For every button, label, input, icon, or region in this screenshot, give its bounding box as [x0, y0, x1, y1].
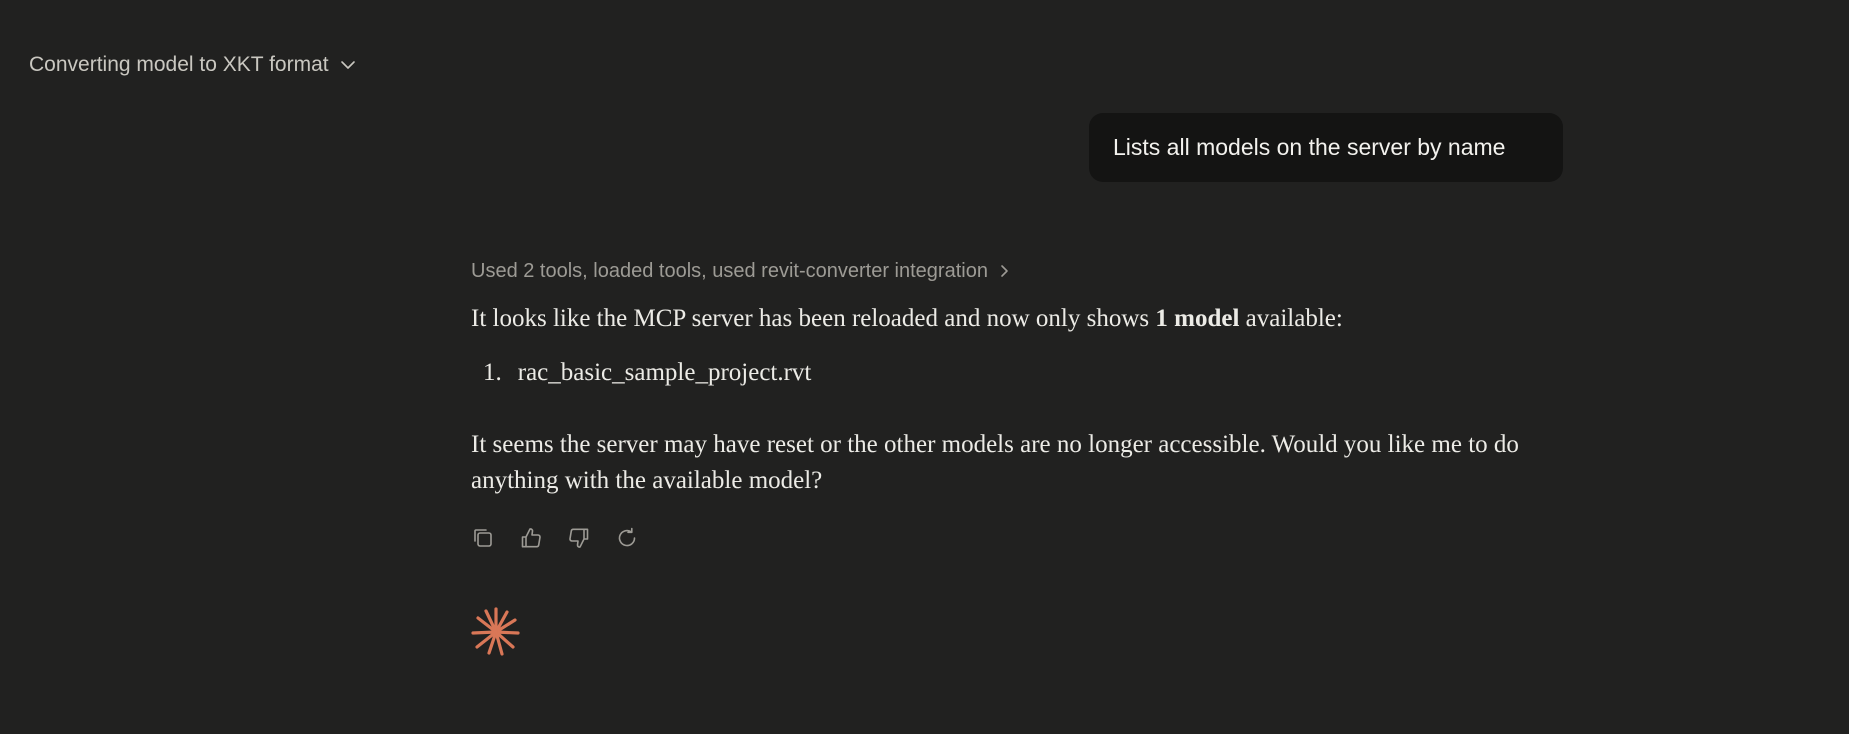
- thumbs-down-icon[interactable]: [567, 526, 591, 550]
- assistant-message: Used 2 tools, loaded tools, used revit-c…: [471, 255, 1551, 656]
- conversation-title-dropdown[interactable]: Converting model to XKT format: [29, 50, 357, 80]
- chevron-down-icon: [340, 61, 355, 69]
- conversation-title: Converting model to XKT format: [29, 53, 329, 76]
- model-count-bold: 1 model: [1155, 305, 1240, 332]
- list-item: 1. rac_basic_sample_project.rvt: [483, 355, 811, 391]
- response-paragraph-1: It looks like the MCP server has been re…: [471, 301, 1343, 337]
- paragraph-1-text: It looks like the MCP server has been re…: [471, 305, 1156, 332]
- paragraph-1-text-end: available:: [1239, 305, 1343, 332]
- retry-icon[interactable]: [615, 526, 639, 550]
- copy-icon[interactable]: [471, 526, 495, 550]
- user-message-bubble: Lists all models on the server by name: [1089, 113, 1563, 182]
- tools-summary-text: Used 2 tools, loaded tools, used revit-c…: [471, 259, 988, 282]
- user-message-text: Lists all models on the server by name: [1113, 134, 1506, 160]
- list-item-number: 1.: [483, 359, 502, 386]
- tools-summary-toggle[interactable]: Used 2 tools, loaded tools, used revit-c…: [471, 255, 1551, 287]
- response-paragraph-2: It seems the server may have reset or th…: [471, 431, 1519, 494]
- message-actions: [471, 526, 639, 550]
- thumbs-up-icon[interactable]: [519, 526, 543, 550]
- chevron-right-icon: [1001, 265, 1008, 277]
- list-item-text: rac_basic_sample_project.rvt: [517, 359, 812, 386]
- claude-spark-icon: [471, 607, 520, 656]
